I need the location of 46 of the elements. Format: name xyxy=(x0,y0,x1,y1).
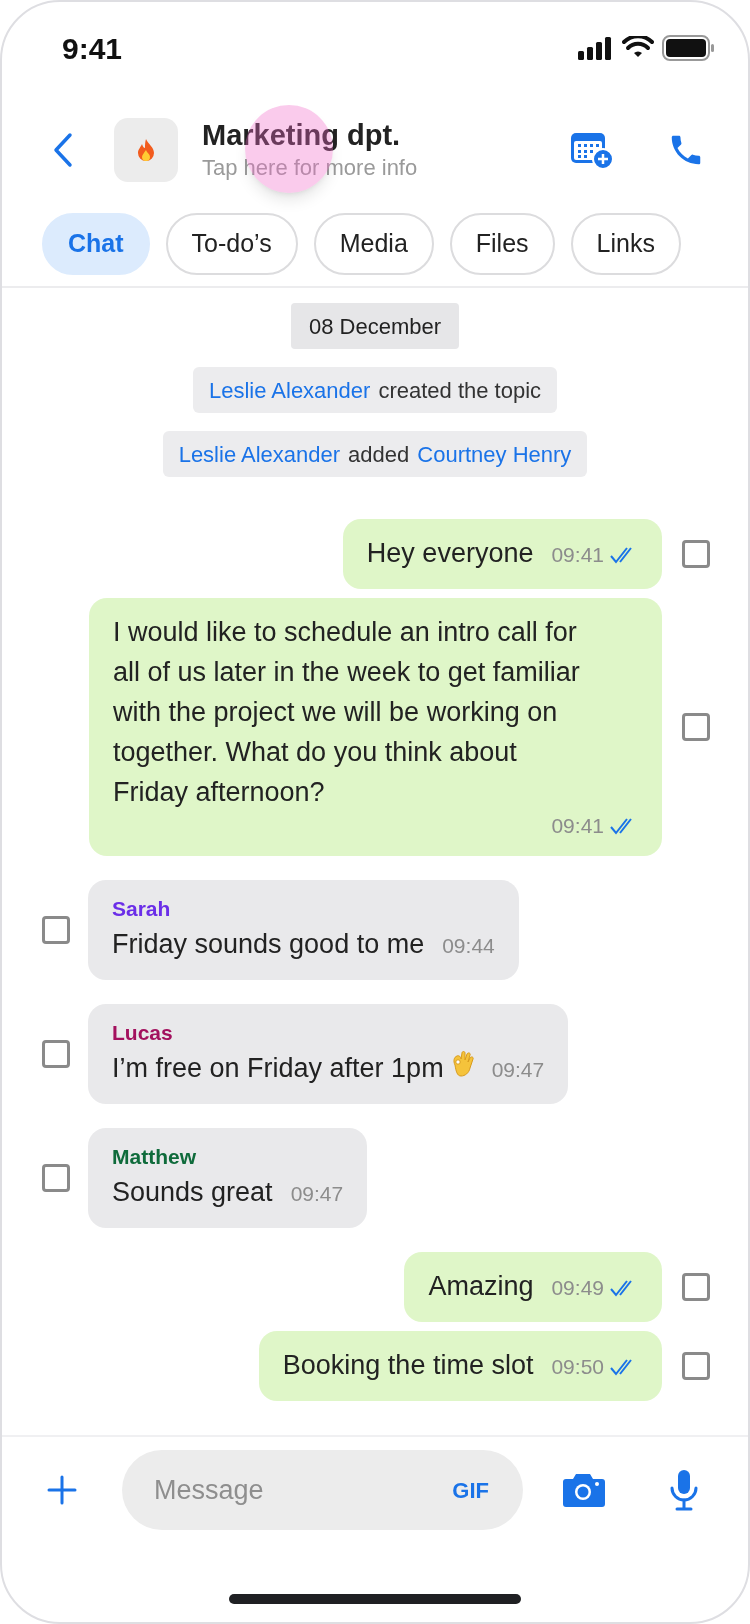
chat-title[interactable]: Marketing dpt. xyxy=(202,117,418,153)
message-text: Hey everyone xyxy=(366,537,534,570)
chat-subtitle[interactable]: Tap here for more info xyxy=(202,153,418,183)
sender-name: Lucas xyxy=(112,1019,174,1046)
message-time: 09:41 xyxy=(551,542,604,568)
sender-name: Matthew xyxy=(112,1143,197,1170)
event-text: 08 December xyxy=(308,312,442,341)
message-time: 09:47 xyxy=(290,1180,344,1207)
user-link[interactable]: Leslie Alexander xyxy=(208,373,371,407)
tab[interactable]: To-do’s xyxy=(165,213,298,275)
sender-name: Sarah xyxy=(112,895,172,922)
message-text: I would like to schedule an intro call for all of us later in the week to get familiar with the project we will be working on together. What do you think about Friday afternoon? xyxy=(113,617,580,807)
add-button[interactable] xyxy=(46,1474,78,1506)
checkbox[interactable] xyxy=(42,1039,70,1068)
flame-icon xyxy=(136,138,156,162)
checkbox[interactable] xyxy=(682,1272,710,1301)
message-text: Sounds great xyxy=(112,1175,273,1209)
checkbox[interactable] xyxy=(682,712,710,741)
user-link[interactable]: Courtney Henry xyxy=(417,437,572,471)
group-avatar[interactable] xyxy=(114,118,178,182)
event-text: added xyxy=(348,440,410,469)
message-text: Amazing xyxy=(428,1269,534,1303)
message-time: 09:50 xyxy=(551,1353,604,1380)
message-time: 09:47 xyxy=(491,1056,545,1083)
message-time: 09:44 xyxy=(442,932,495,959)
gif-button[interactable]: GIF xyxy=(452,1473,489,1507)
checkbox[interactable] xyxy=(42,1163,70,1192)
tab[interactable]: Media xyxy=(313,213,434,275)
battery-icon xyxy=(662,35,714,61)
message-text: Booking the time slot xyxy=(282,1348,534,1382)
event-text: created the topic xyxy=(378,376,542,405)
tab[interactable]: Files xyxy=(449,213,555,275)
message-field[interactable]: Message GIF xyxy=(122,1450,523,1530)
checkbox[interactable] xyxy=(682,1351,710,1380)
user-link[interactable]: Leslie Alexander xyxy=(178,437,341,471)
checkbox[interactable] xyxy=(42,915,70,944)
message-time: 09:49 xyxy=(551,1274,604,1301)
wifi-icon xyxy=(622,36,654,60)
tab[interactable]: Chat xyxy=(42,213,150,275)
tab[interactable]: Links xyxy=(570,213,681,275)
status-time: 9:41 xyxy=(62,30,123,67)
signal-icon xyxy=(578,36,614,60)
message-text: Friday sounds good to me xyxy=(112,927,425,961)
message-text: I’m free on Friday after 1pm xyxy=(112,1051,444,1085)
checkbox[interactable] xyxy=(682,540,710,568)
message-time: 09:41 xyxy=(551,813,604,839)
